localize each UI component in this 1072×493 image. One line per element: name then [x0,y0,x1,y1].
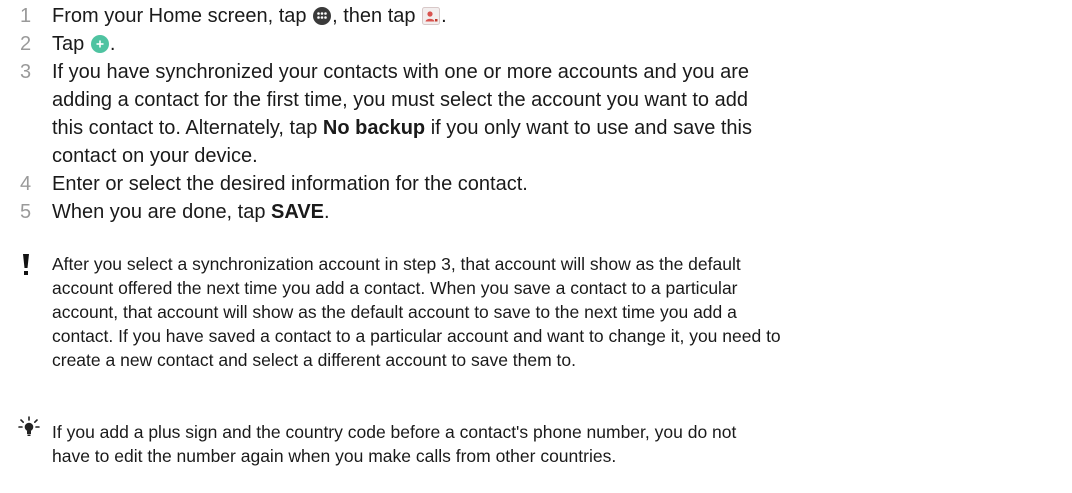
step-text-part: . [324,201,330,223]
step-text: When you are done, tap SAVE. [52,198,1012,226]
step-number: 1 [20,5,32,27]
tip-note-text: If you add a plus sign and the country c… [52,420,1052,468]
step-text-part: . [441,5,447,27]
note-line: account offered the next time you add a … [52,278,738,298]
step-number: 2 [20,33,32,55]
step-text-line: adding a contact for the first time, you… [52,89,748,111]
exclamation-icon [20,252,32,284]
note-line: account, that account will show as the d… [52,302,737,322]
apps-grid-icon [313,5,332,33]
note-line: After you select a synchronization accou… [52,254,741,274]
step-text-line: this contact to. Alternately, tap No bac… [52,114,1012,142]
step-text-line: contact on your device. [52,145,258,167]
save-label: SAVE [271,201,325,223]
step-text: Enter or select the desired information … [52,173,528,195]
step-text-part: if you only want to use and save this [425,117,752,139]
note-line: If you add a plus sign and the country c… [52,422,737,442]
step-text: From your Home screen, tap , then tap . [52,2,1012,33]
step-text-part: , then tap [332,5,422,27]
step-text-part: From your Home screen, tap [52,5,313,27]
step-number: 5 [20,201,32,223]
step-text-part: Tap [52,33,90,55]
step-number: 3 [20,61,32,83]
lightbulb-tip-icon [18,416,40,446]
no-backup-label: No backup [322,117,426,139]
step-number: 4 [20,173,32,195]
step-text: If you have synchronized your contacts w… [52,58,1012,170]
add-contact-fab-icon [90,33,109,61]
note-line: create a new contact and select a differ… [52,350,577,370]
note-line: contact. If you have saved a contact to … [52,326,781,346]
step-text: Tap . [52,30,1012,61]
step-text-part: this contact to. Alternately, tap [52,117,323,139]
instruction-page: 1 From your Home screen, tap , then tap … [0,0,1072,493]
warning-note: After you select a synchronization accou… [0,252,1072,382]
warning-note-text: After you select a synchronization accou… [52,252,1052,372]
tip-note: If you add a plus sign and the country c… [0,416,1072,480]
note-line: have to edit the number again when you m… [52,446,617,466]
step-text-part: . [109,33,116,55]
step-text-part: When you are done, tap [52,201,272,223]
step-text-line: If you have synchronized your contacts w… [52,61,750,83]
contacts-app-icon [422,5,441,33]
